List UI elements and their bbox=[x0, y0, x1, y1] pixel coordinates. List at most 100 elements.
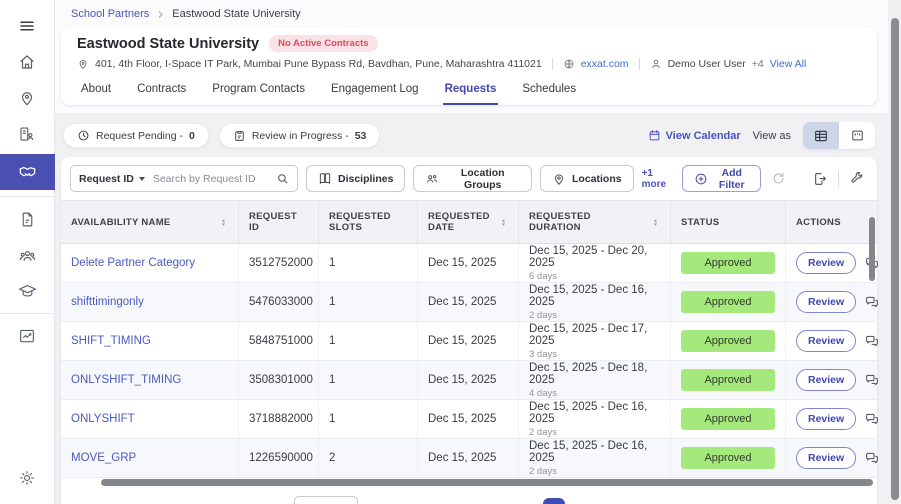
refresh-icon[interactable] bbox=[771, 171, 786, 186]
clock-icon bbox=[77, 129, 90, 142]
person-icon bbox=[650, 58, 662, 70]
add-filter-button[interactable]: Add Filter bbox=[682, 165, 762, 192]
tab-program-contacts[interactable]: Program Contacts bbox=[210, 79, 307, 105]
request-pending-label: Request Pending - bbox=[96, 129, 183, 142]
document-icon bbox=[19, 211, 36, 228]
disciplines-filter-button[interactable]: Disciplines bbox=[306, 165, 406, 192]
breadcrumb-current: Eastwood State University bbox=[172, 8, 301, 20]
search-field-dropdown[interactable]: Request ID bbox=[79, 173, 145, 185]
column-header-availability-name[interactable]: AVAILABILITY NAME bbox=[61, 201, 239, 243]
review-button[interactable]: Review bbox=[796, 408, 857, 430]
sidebar-item-cohorts[interactable] bbox=[0, 239, 55, 271]
sidebar-item-reports[interactable] bbox=[0, 320, 55, 352]
request-pending-pill[interactable]: Request Pending - 0 bbox=[63, 123, 209, 148]
breadcrumb-parent-link[interactable]: School Partners bbox=[71, 8, 149, 20]
review-in-progress-pill[interactable]: Review in Progress - 53 bbox=[218, 123, 381, 148]
availability-name-link[interactable]: ONLYSHIFT bbox=[61, 400, 239, 438]
availability-name-link[interactable]: MOVE_GRP bbox=[61, 439, 239, 477]
sidebar-item-documents[interactable] bbox=[0, 203, 55, 235]
page-scrollbar-thumb[interactable] bbox=[890, 18, 899, 500]
sort-icon[interactable] bbox=[651, 218, 660, 227]
status-cell: Approved bbox=[671, 439, 786, 477]
tab-about[interactable]: About bbox=[79, 79, 113, 105]
requested-duration-cell: Dec 15, 2025 - Dec 20, 2025 6 days bbox=[519, 244, 671, 282]
request-id-cell: 5476033000 bbox=[239, 283, 319, 321]
comments-icon[interactable] bbox=[864, 450, 880, 466]
availability-name-link[interactable]: ONLYSHIFT_TIMING bbox=[61, 361, 239, 399]
review-button[interactable]: Review bbox=[796, 369, 857, 391]
table-row: ONLYSHIFT 3718882000 1 Dec 15, 2025 Dec … bbox=[61, 400, 880, 439]
tab-engagement-log[interactable]: Engagement Log bbox=[329, 79, 421, 105]
location-groups-filter-button[interactable]: Location Groups bbox=[413, 165, 532, 192]
tab-contracts[interactable]: Contracts bbox=[135, 79, 188, 105]
menu-toggle-button[interactable] bbox=[0, 10, 55, 42]
duration-days: 3 days bbox=[529, 348, 557, 360]
requested-duration-cell: Dec 15, 2025 - Dec 18, 2025 4 days bbox=[519, 361, 671, 399]
sidebar-item-partner-directory[interactable] bbox=[0, 118, 55, 150]
column-header-requested-duration[interactable]: REQUESTED DURATION bbox=[519, 201, 671, 243]
sidebar-item-home[interactable] bbox=[0, 46, 55, 78]
tab-schedules[interactable]: Schedules bbox=[520, 79, 578, 105]
review-button[interactable]: Review bbox=[796, 252, 857, 274]
chevron-right-icon bbox=[156, 10, 165, 19]
tab-requests[interactable]: Requests bbox=[442, 79, 499, 105]
book-icon bbox=[318, 172, 332, 186]
table-view-toggle[interactable] bbox=[803, 122, 839, 149]
table-vertical-scrollbar-thumb[interactable] bbox=[869, 217, 875, 281]
sort-icon[interactable] bbox=[219, 218, 228, 227]
view-calendar-button[interactable]: View Calendar bbox=[648, 129, 741, 142]
sidebar-item-partnerships[interactable] bbox=[0, 154, 55, 190]
page-number-1[interactable]: 1 bbox=[543, 498, 566, 504]
comments-icon[interactable] bbox=[864, 411, 880, 427]
column-header-status: STATUS bbox=[671, 201, 786, 243]
items-per-page-select[interactable]: 50 bbox=[294, 496, 359, 504]
comments-icon[interactable] bbox=[864, 372, 880, 388]
request-id-cell: 3512752000 bbox=[239, 244, 319, 282]
review-button[interactable]: Review bbox=[796, 291, 857, 313]
availability-name-link[interactable]: Delete Partner Category bbox=[61, 244, 239, 282]
sidebar-divider bbox=[0, 196, 55, 197]
availability-name-link[interactable]: SHIFT_TIMING bbox=[61, 322, 239, 360]
availability-name-link[interactable]: shifttimingonly bbox=[61, 283, 239, 321]
status-cell: Approved bbox=[671, 361, 786, 399]
requested-slots-cell: 1 bbox=[319, 322, 418, 360]
request-id-cell: 3508301000 bbox=[239, 361, 319, 399]
actions-cell: Review bbox=[786, 283, 879, 321]
search-input[interactable] bbox=[150, 171, 270, 186]
sort-icon[interactable] bbox=[499, 218, 508, 227]
column-header-actions: ACTIONS bbox=[796, 216, 841, 228]
comments-icon[interactable] bbox=[864, 333, 880, 349]
hamburger-menu-icon bbox=[18, 17, 36, 35]
review-button[interactable]: Review bbox=[796, 330, 857, 352]
sidebar-item-settings[interactable] bbox=[0, 462, 55, 494]
locations-filter-button[interactable]: Locations bbox=[540, 165, 634, 192]
board-view-toggle[interactable] bbox=[839, 122, 875, 149]
app-window: School Partners Eastwood State Universit… bbox=[0, 0, 901, 504]
requested-date-cell: Dec 15, 2025 bbox=[418, 244, 519, 282]
sidebar-item-academics[interactable] bbox=[0, 275, 55, 307]
pin-icon bbox=[552, 172, 566, 186]
location-pin-icon bbox=[18, 89, 36, 107]
review-button[interactable]: Review bbox=[796, 447, 857, 469]
partner-website-link[interactable]: exxat.com bbox=[581, 58, 629, 70]
review-in-progress-count: 53 bbox=[354, 129, 367, 142]
clipboard-icon bbox=[233, 129, 246, 142]
column-header-requested-date[interactable]: REQUESTED DATE bbox=[418, 201, 519, 243]
wrench-icon[interactable] bbox=[849, 171, 864, 186]
more-filters-link[interactable]: +1 more bbox=[642, 168, 673, 190]
comments-icon[interactable] bbox=[864, 294, 880, 310]
search-icon[interactable] bbox=[276, 172, 289, 185]
sidebar-item-locations[interactable] bbox=[0, 82, 55, 114]
column-header-requested-slots: REQUESTED SLOTS bbox=[319, 201, 418, 243]
sidebar-divider bbox=[0, 313, 55, 314]
handshake-icon bbox=[18, 163, 37, 182]
duration-days: 4 days bbox=[529, 387, 557, 399]
request-id-cell: 1226590000 bbox=[239, 439, 319, 477]
pagination-bar: Items per Page: 50 1 of 9 pages (420 ite… bbox=[61, 488, 877, 504]
kanban-board-icon bbox=[850, 128, 865, 143]
filter-row: Request ID Disciplines Location Group bbox=[61, 157, 877, 200]
view-all-link[interactable]: View All bbox=[770, 58, 807, 70]
contact-name: Demo User User bbox=[667, 58, 746, 70]
horizontal-scrollbar-thumb[interactable] bbox=[101, 479, 873, 486]
export-icon[interactable] bbox=[812, 171, 828, 187]
